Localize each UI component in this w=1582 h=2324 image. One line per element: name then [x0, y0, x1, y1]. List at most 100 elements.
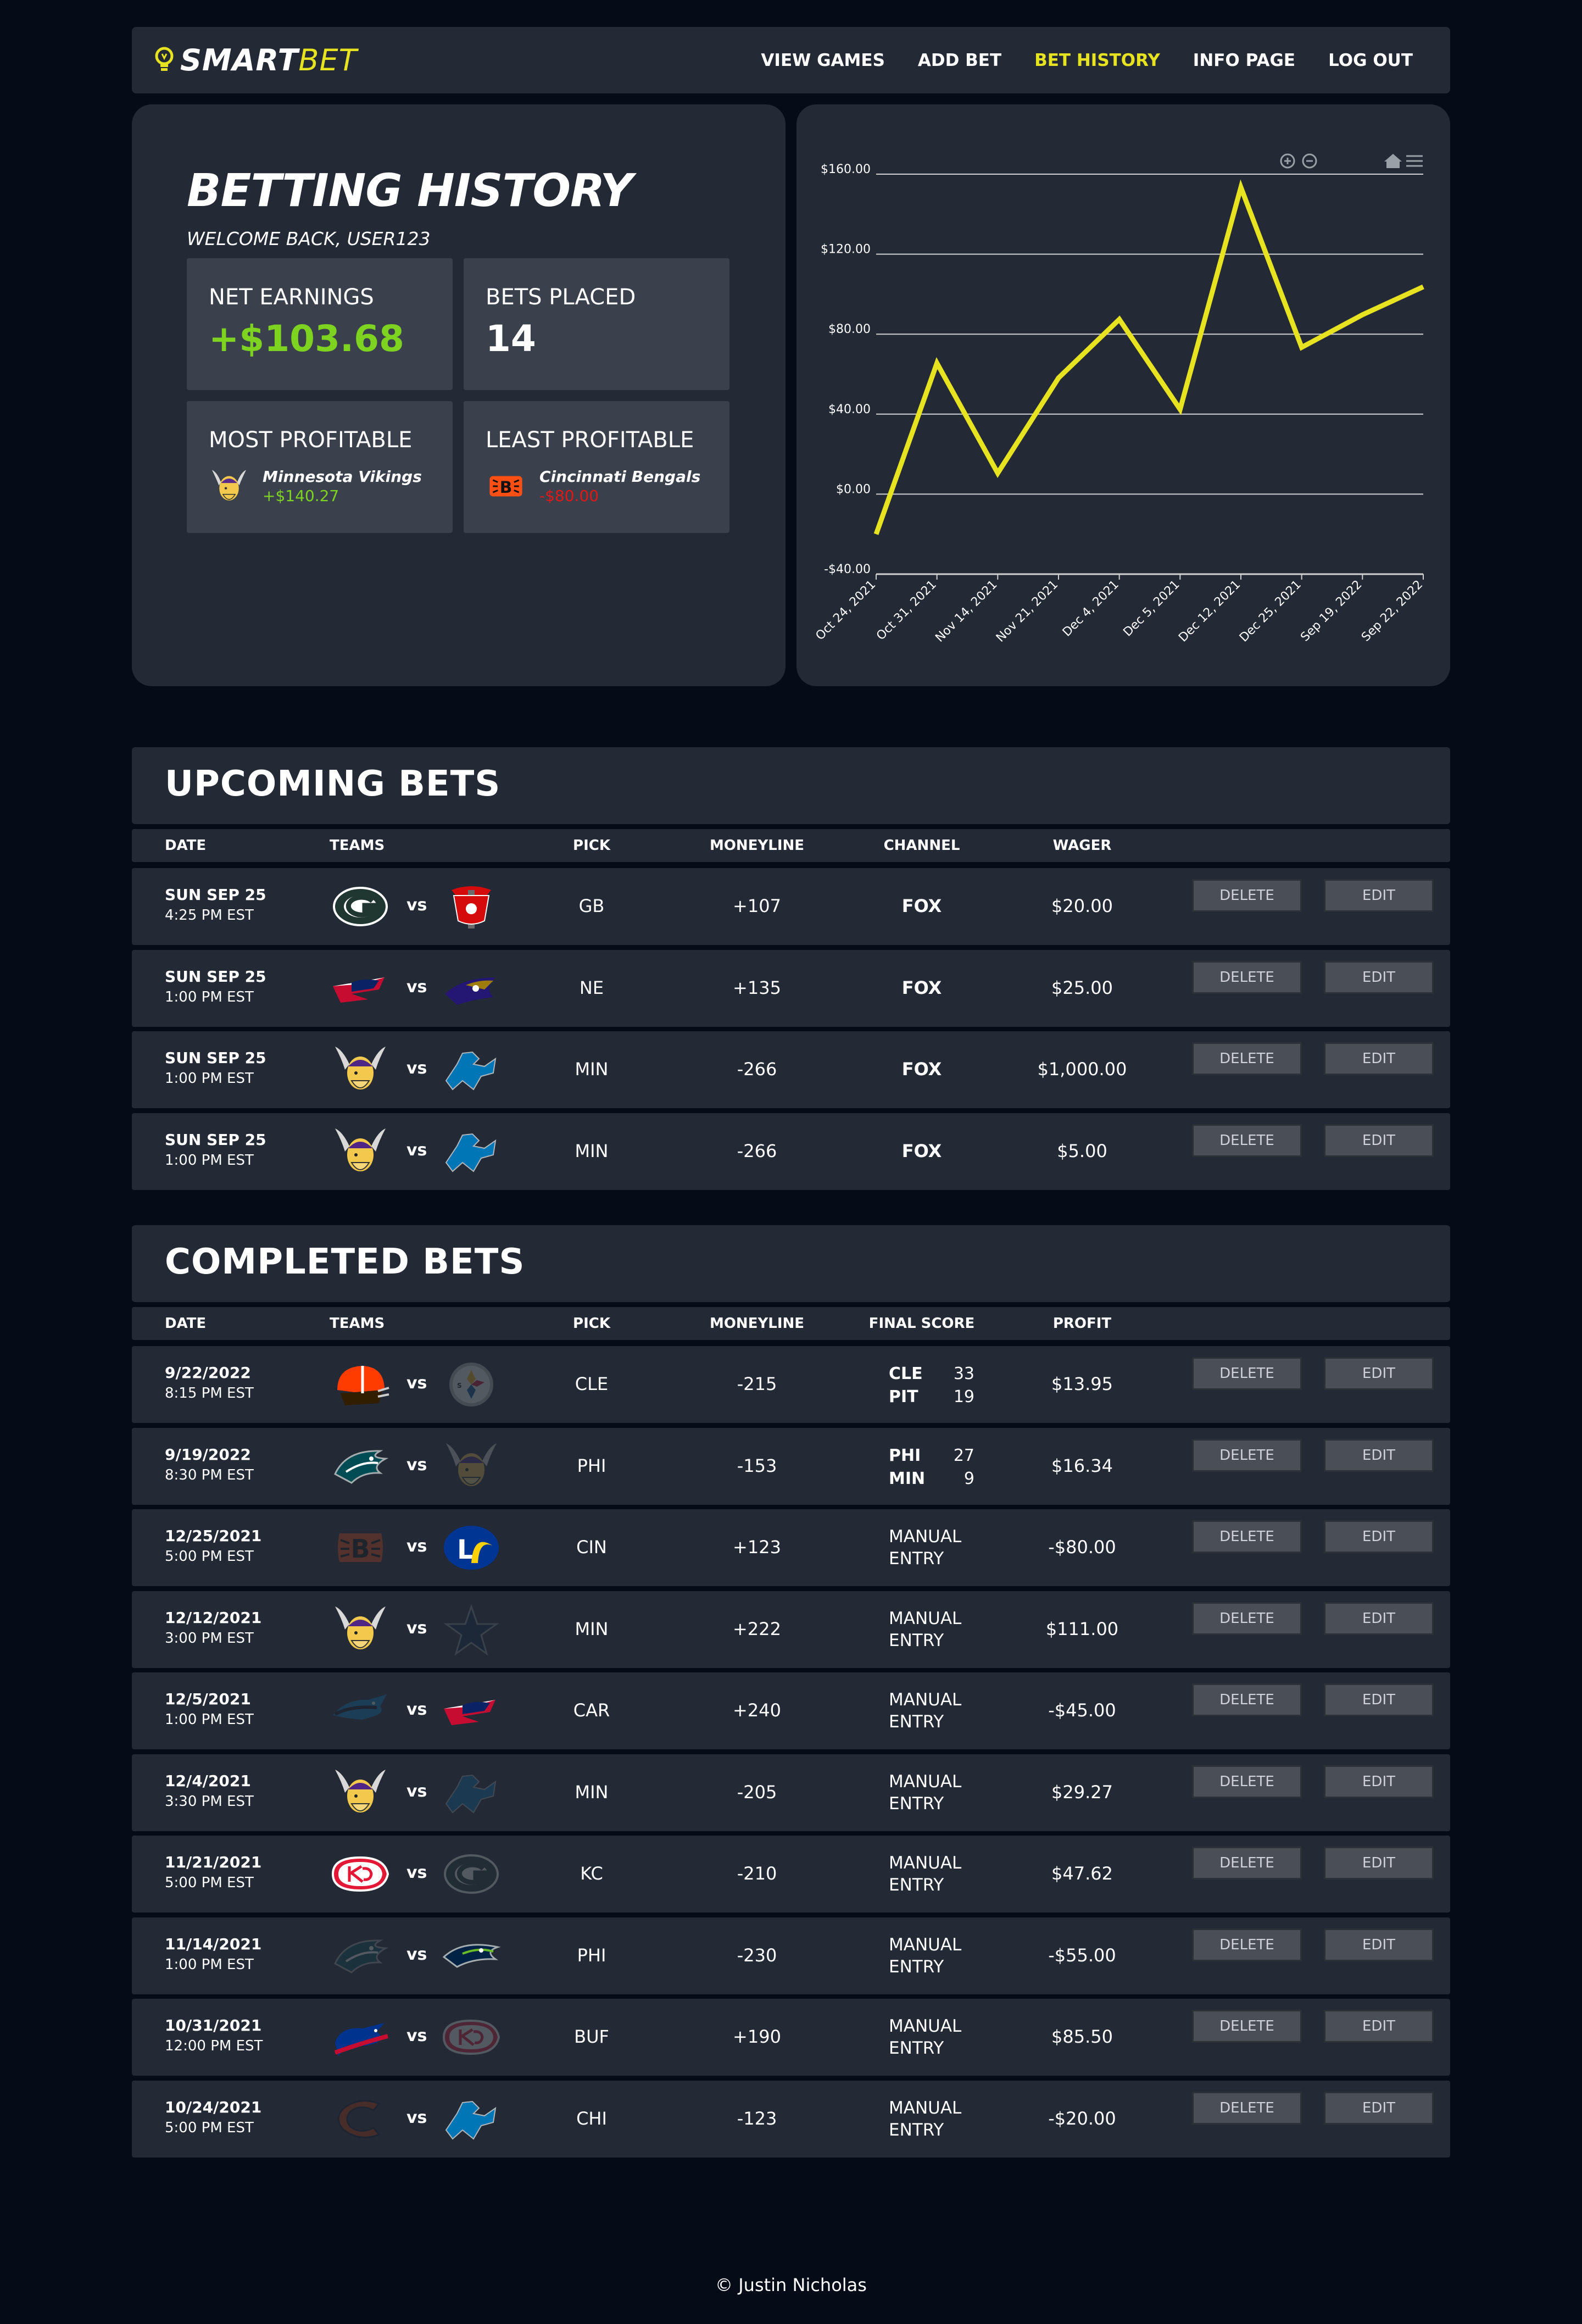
zoom-in-icon[interactable]	[1280, 153, 1295, 169]
vs-label: vs	[406, 1537, 427, 1556]
vs-label: vs	[406, 1863, 427, 1882]
seahawks-logo-icon	[441, 1928, 502, 1983]
delete-button[interactable]: DELETE	[1192, 1765, 1302, 1798]
edit-button[interactable]: EDIT	[1324, 960, 1434, 994]
edit-button[interactable]: EDIT	[1324, 1602, 1434, 1635]
delete-button[interactable]: DELETE	[1192, 960, 1302, 994]
nav-bet-history[interactable]: BET HISTORY	[1034, 51, 1160, 70]
svg-text:B: B	[350, 1534, 370, 1564]
edit-button[interactable]: EDIT	[1324, 1357, 1434, 1390]
completed-bets-header: COMPLETED BETS	[132, 1225, 1450, 1302]
vs-label: vs	[406, 1140, 427, 1160]
vs-label: vs	[406, 1944, 427, 1964]
bet-wager: $5.00	[1057, 1140, 1107, 1161]
delete-button[interactable]: DELETE	[1192, 1602, 1302, 1635]
edit-button[interactable]: EDIT	[1324, 1124, 1434, 1157]
bet-pick: KC	[580, 1863, 603, 1884]
bet-date-day: SUN SEP 25	[165, 1130, 266, 1149]
nav-add-bet[interactable]: ADD BET	[918, 51, 1001, 70]
menu-icon[interactable]	[1406, 155, 1423, 167]
col-pick: PICK	[573, 837, 610, 854]
bet-pick: NE	[579, 977, 604, 998]
delete-button[interactable]: DELETE	[1192, 1357, 1302, 1390]
edit-button[interactable]: EDIT	[1324, 1520, 1434, 1553]
bet-date-day: 12/12/2021	[165, 1608, 262, 1627]
bet-channel: FOX	[901, 1059, 942, 1080]
vs-label: vs	[406, 1618, 427, 1638]
col-teams: TEAMS	[330, 837, 385, 854]
delete-button[interactable]: DELETE	[1192, 1847, 1302, 1880]
delete-button[interactable]: DELETE	[1192, 879, 1302, 912]
bet-pick: MIN	[575, 1059, 609, 1080]
edit-button[interactable]: EDIT	[1324, 1683, 1434, 1716]
edit-button[interactable]: EDIT	[1324, 2010, 1434, 2043]
logo-smart-text: SMART	[180, 42, 299, 77]
col-date: DATE	[165, 837, 207, 854]
delete-button[interactable]: DELETE	[1192, 2010, 1302, 2043]
chart-x-tick-label: Dec 4, 2021	[1060, 578, 1122, 640]
bills-logo-icon	[330, 2010, 391, 2065]
score-value-2: 19	[953, 1387, 974, 1406]
col-pick: PICK	[573, 1315, 610, 1332]
bet-date: 10/31/2021 12:00 PM EST	[165, 2016, 263, 2054]
manual-entry-label: MANUAL ENTRY	[889, 1527, 962, 1569]
edit-button[interactable]: EDIT	[1324, 1928, 1434, 1961]
most-profitable-team: Minnesota Vikings	[263, 468, 422, 486]
delete-button[interactable]: DELETE	[1192, 2091, 1302, 2125]
chart-x-tick-label: Sep 22, 2022	[1359, 578, 1425, 644]
chart-x-tick-label: Dec 5, 2021	[1121, 578, 1182, 640]
vikings-logo-icon	[330, 1602, 391, 1657]
bet-row: SUN SEP 25 1:00 PM EST vs NE +135 FOX $25.00 DE…	[132, 949, 1450, 1027]
bet-date-day: 9/22/2022	[165, 1364, 251, 1382]
chart-y-tick-label: $80.00	[828, 323, 871, 336]
bet-date: 12/12/2021 3:00 PM EST	[165, 1609, 261, 1647]
home-icon[interactable]	[1384, 154, 1402, 168]
packers-logo-icon	[441, 1847, 502, 1902]
nav-log-out[interactable]: LOG OUT	[1328, 51, 1413, 70]
bet-date: 10/24/2021 5:00 PM EST	[165, 2098, 261, 2136]
delete-button[interactable]: DELETE	[1192, 1683, 1302, 1716]
bet-date-day: 12/4/2021	[165, 1771, 251, 1790]
score-value-2: 9	[963, 1469, 974, 1488]
least-profitable-value: -$80.00	[539, 487, 599, 505]
bet-date: SUN SEP 25 1:00 PM EST	[165, 968, 266, 1005]
svg-text:B: B	[500, 478, 513, 497]
delete-button[interactable]: DELETE	[1192, 1520, 1302, 1553]
smartbet-logo[interactable]: SMART BET	[153, 42, 358, 77]
bet-moneyline: +222	[733, 1618, 781, 1639]
edit-button[interactable]: EDIT	[1324, 1042, 1434, 1075]
panthers-logo-icon	[330, 1683, 391, 1738]
bet-channel: FOX	[901, 1140, 942, 1161]
bet-date-time: 1:00 PM EST	[165, 1070, 254, 1087]
most-profitable-value: +$140.27	[263, 487, 339, 505]
svg-text:S: S	[457, 1382, 462, 1389]
bet-row: 11/21/2021 5:00 PM EST vs KC -210 MANUAL ENTR…	[132, 1836, 1450, 1912]
edit-button[interactable]: EDIT	[1324, 2091, 1434, 2125]
edit-button[interactable]: EDIT	[1324, 1765, 1434, 1798]
chart-x-tick-label: Oct 24, 2021	[813, 578, 878, 643]
bet-date-time: 8:30 PM EST	[165, 1466, 254, 1483]
edit-button[interactable]: EDIT	[1324, 1847, 1434, 1880]
bet-date-day: SUN SEP 25	[165, 967, 266, 986]
chiefs-logo-icon	[330, 1847, 391, 1902]
bet-profit: -$80.00	[1048, 1537, 1116, 1558]
bet-date-day: 12/25/2021	[165, 1527, 262, 1545]
score-value-1: 33	[953, 1364, 974, 1383]
bet-pick: BUF	[574, 2026, 609, 2047]
bet-wager: $1,000.00	[1037, 1059, 1127, 1080]
chart-x-tick-label: Oct 31, 2021	[874, 578, 939, 643]
col-teams: TEAMS	[330, 1315, 385, 1332]
bet-moneyline: -266	[737, 1140, 777, 1161]
delete-button[interactable]: DELETE	[1192, 1042, 1302, 1075]
nav-view-games[interactable]: VIEW GAMES	[761, 51, 884, 70]
chart-y-tick-label: $160.00	[821, 163, 871, 176]
nav-info-page[interactable]: INFO PAGE	[1193, 51, 1295, 70]
bet-row: 12/12/2021 3:00 PM EST vs MIN +222 MANUAL ENT…	[132, 1591, 1450, 1668]
edit-button[interactable]: EDIT	[1324, 879, 1434, 912]
delete-button[interactable]: DELETE	[1192, 1928, 1302, 1961]
delete-button[interactable]: DELETE	[1192, 1124, 1302, 1157]
bet-row: 9/22/2022 8:15 PM EST vs S CLE -215 CLE 33 PIT 19…	[132, 1346, 1450, 1423]
edit-button[interactable]: EDIT	[1324, 1438, 1434, 1472]
delete-button[interactable]: DELETE	[1192, 1438, 1302, 1472]
zoom-out-icon[interactable]	[1302, 153, 1317, 169]
